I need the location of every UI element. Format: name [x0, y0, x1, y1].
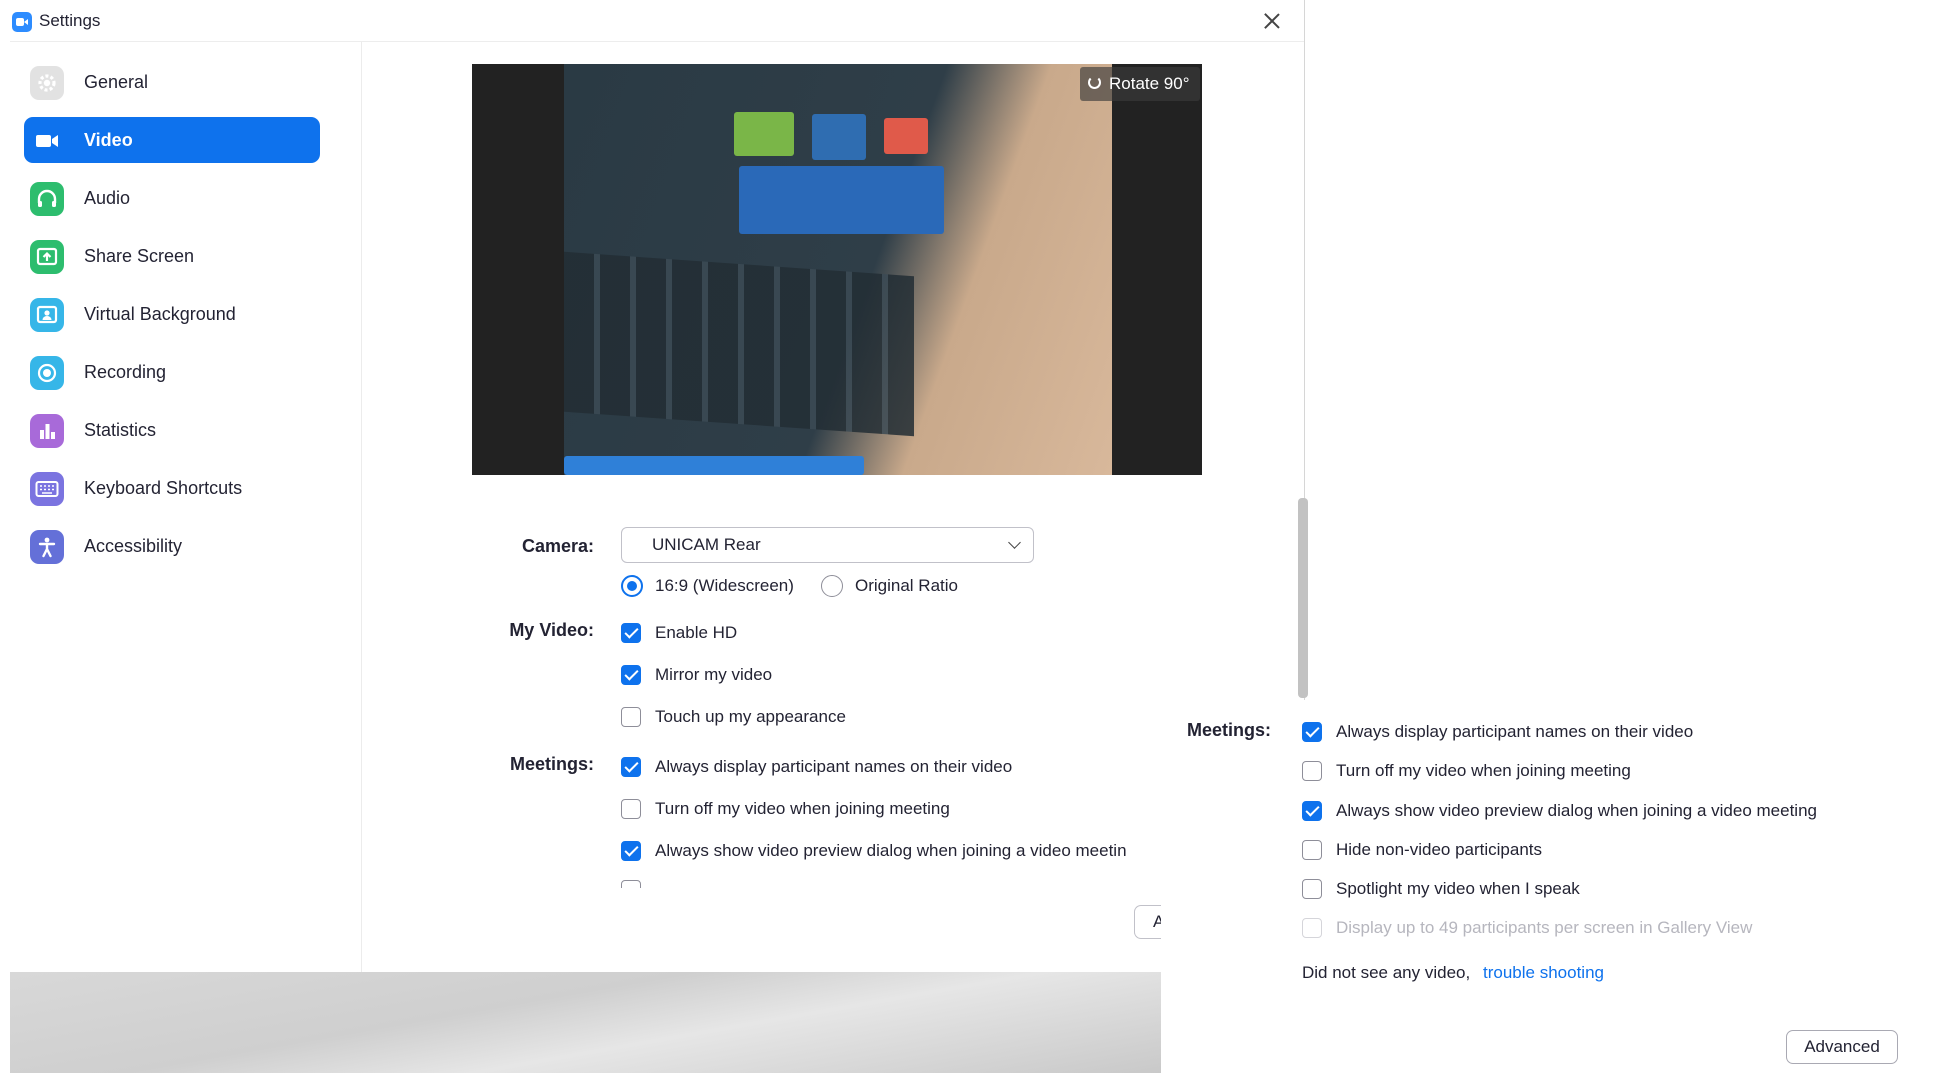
record-icon	[30, 356, 64, 390]
checkbox-checked	[1302, 722, 1322, 742]
sidebar-item-keyboard-shortcuts[interactable]: Keyboard Shortcuts	[24, 465, 320, 511]
close-icon[interactable]	[1258, 7, 1286, 35]
sidebar-item-label: Accessibility	[84, 536, 183, 556]
sidebar-item-label: General	[84, 72, 149, 92]
title-bar: Settings	[10, 0, 1304, 42]
settings-window: Settings General Video Audio Share Scree…	[10, 0, 1308, 972]
gear-icon	[30, 66, 64, 100]
desktop-background	[10, 972, 1161, 1073]
preview-keyboard-image	[564, 251, 914, 437]
sidebar-item-label: Share Screen	[84, 246, 195, 266]
scrollbar-thumb[interactable]	[1298, 498, 1308, 698]
camera-select[interactable]: UNICAM Rear	[621, 527, 1034, 563]
sidebar-item-statistics[interactable]: Statistics	[24, 407, 320, 453]
overlay-video-preview-dialog-checkbox[interactable]: Always show video preview dialog when jo…	[1302, 799, 1902, 827]
zoomed-meetings-panel: Meetings: Always display participant nam…	[1161, 700, 1939, 1073]
sidebar-item-label: Statistics	[84, 420, 157, 440]
headphones-icon	[30, 182, 64, 216]
rotate-icon	[1088, 76, 1101, 89]
chevron-down-icon	[1008, 536, 1021, 549]
no-video-hint: Did not see any video,	[1302, 963, 1471, 982]
sidebar-item-recording[interactable]: Recording	[24, 349, 320, 395]
radio-unselected	[821, 575, 843, 597]
sidebar-item-label: Recording	[84, 362, 167, 382]
window-title: Settings	[39, 11, 101, 30]
checkbox-checked	[1302, 801, 1322, 821]
camera-selected-value: UNICAM Rear	[652, 535, 761, 554]
checkbox-unchecked	[1302, 840, 1322, 860]
person-icon	[30, 298, 64, 332]
sidebar-item-label: Audio	[84, 188, 131, 208]
enable-hd-checkbox[interactable]: Enable HD	[621, 621, 921, 649]
checkbox-unchecked	[1302, 761, 1322, 781]
ratio-original-radio[interactable]: Original Ratio	[821, 574, 981, 602]
mirror-video-checkbox[interactable]: Mirror my video	[621, 663, 921, 691]
checkbox-checked	[621, 665, 641, 685]
overlay-turn-off-video-checkbox[interactable]: Turn off my video when joining meeting	[1302, 759, 1902, 787]
checkbox-checked	[621, 841, 641, 861]
sidebar-item-label: Video	[84, 130, 133, 150]
video-preview-dialog-checkbox[interactable]: Always show video preview dialog when jo…	[621, 839, 1161, 867]
share-screen-icon	[30, 240, 64, 274]
keyboard-icon	[30, 472, 64, 506]
accessibility-icon	[30, 530, 64, 564]
sidebar-item-accessibility[interactable]: Accessibility	[24, 523, 320, 569]
overlay-meetings-label: Meetings:	[1187, 720, 1272, 740]
meetings-label: Meetings:	[509, 754, 594, 774]
sidebar-item-audio[interactable]: Audio	[24, 175, 320, 221]
camera-preview	[472, 64, 1202, 475]
ratio-widescreen-radio[interactable]: 16:9 (Widescreen)	[621, 574, 801, 602]
overlay-spotlight-checkbox[interactable]: Spotlight my video when I speak	[1302, 877, 1902, 905]
my-video-label: My Video:	[509, 620, 594, 640]
touch-up-checkbox[interactable]: Touch up my appearance	[621, 705, 921, 733]
zoom-app-icon	[12, 12, 32, 32]
sidebar-item-label: Keyboard Shortcuts	[84, 478, 243, 498]
advanced-button[interactable]: Advanced	[1786, 1030, 1898, 1064]
overlay-hide-non-video-checkbox[interactable]: Hide non-video participants	[1302, 838, 1902, 866]
bar-chart-icon	[30, 414, 64, 448]
checkbox-unchecked	[1302, 879, 1322, 899]
overlay-display-names-checkbox[interactable]: Always display participant names on thei…	[1302, 720, 1902, 748]
rotate-90-button[interactable]: Rotate 90°	[1080, 67, 1200, 101]
sidebar-item-virtual-background[interactable]: Virtual Background	[24, 291, 320, 337]
checkbox-checked	[621, 623, 641, 643]
overlay-gallery-49-checkbox: Display up to 49 participants per screen…	[1302, 916, 1902, 944]
clipped-checkbox-row	[621, 878, 821, 888]
radio-selected	[621, 575, 643, 597]
checkbox-checked	[621, 757, 641, 777]
sidebar-item-label: Virtual Background	[84, 304, 236, 324]
checkbox-unchecked	[621, 880, 641, 888]
checkbox-unchecked	[621, 707, 641, 727]
sidebar-item-video[interactable]: Video	[24, 117, 320, 163]
turn-off-video-checkbox[interactable]: Turn off my video when joining meeting	[621, 797, 1161, 825]
sidebar: General Video Audio Share Screen Virtual…	[10, 42, 362, 972]
trouble-shooting-link[interactable]: trouble shooting	[1483, 963, 1604, 983]
video-camera-icon	[30, 124, 64, 158]
checkbox-unchecked	[621, 799, 641, 819]
camera-label: Camera:	[521, 536, 594, 556]
checkbox-disabled	[1302, 918, 1322, 938]
sidebar-item-share-screen[interactable]: Share Screen	[24, 233, 320, 279]
display-names-checkbox[interactable]: Always display participant names on thei…	[621, 755, 1161, 783]
sidebar-item-general[interactable]: General	[24, 59, 320, 105]
